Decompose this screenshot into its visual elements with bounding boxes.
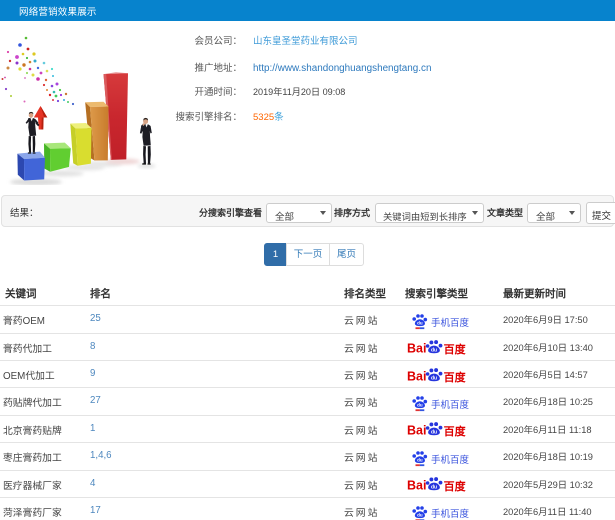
svg-text:百度: 百度 (444, 424, 467, 438)
svg-text:百度: 百度 (444, 342, 467, 356)
svg-text:百度: 百度 (444, 479, 467, 493)
svg-text:Bai: Bai (407, 424, 426, 438)
svg-text:du: du (417, 321, 423, 326)
svg-text:Bai: Bai (407, 369, 426, 383)
svg-text:du: du (431, 348, 437, 354)
svg-text:Bai: Bai (407, 478, 426, 492)
svg-text:Bai: Bai (407, 342, 426, 356)
svg-text:百度: 百度 (444, 369, 467, 383)
svg-text:du: du (431, 485, 437, 491)
svg-text:du: du (431, 430, 437, 436)
svg-text:du: du (417, 513, 423, 518)
svg-text:du: du (431, 375, 437, 381)
svg-text:du: du (417, 458, 423, 463)
svg-text:du: du (417, 403, 423, 408)
